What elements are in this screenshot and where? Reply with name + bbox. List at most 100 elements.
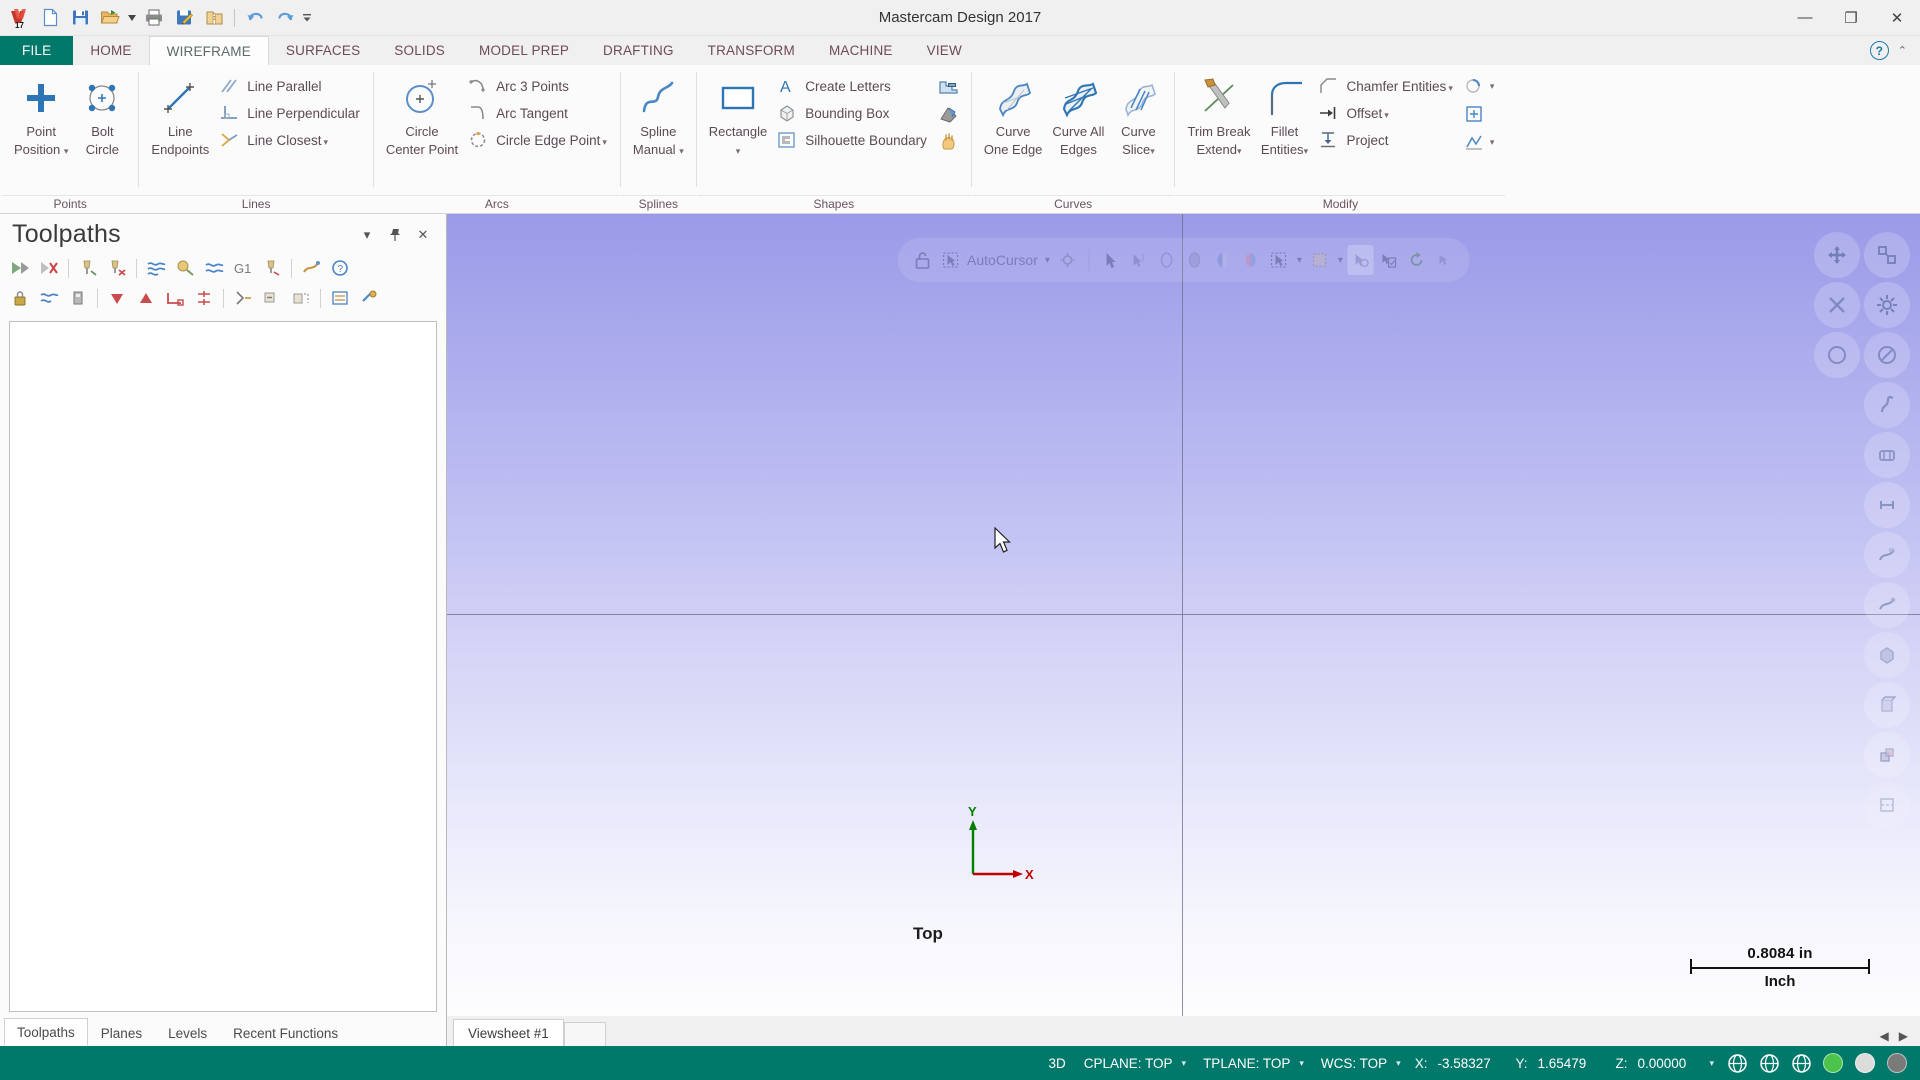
toolpath-group-icon[interactable] (161, 285, 189, 311)
collapse-ribbon-icon[interactable]: ⌃ (1895, 44, 1910, 57)
wireframe-shade-icon[interactable] (1864, 532, 1910, 578)
select-solid-icon[interactable] (1182, 245, 1208, 275)
ribbon-tab-surfaces[interactable]: SURFACES (269, 36, 377, 65)
ribbon-tab-drafting[interactable]: DRAFTING (586, 36, 691, 65)
curve-one-edge-button[interactable]: Curve One Edge (979, 71, 1048, 181)
autocursor-select-icon[interactable] (937, 245, 963, 275)
ribbon-tab-home[interactable]: HOME (73, 36, 148, 65)
ribbon-tab-model-prep[interactable]: MODEL PREP (462, 36, 586, 65)
bolt-circle-button[interactable]: Bolt Circle (73, 71, 131, 181)
renumber-icon[interactable] (326, 285, 354, 311)
unzoom-icon[interactable] (1814, 332, 1860, 378)
shaded-solid-icon[interactable] (1864, 632, 1910, 678)
zip2go-icon[interactable] (200, 4, 228, 32)
line-closest-button[interactable]: Line Closest ▾ (214, 127, 366, 153)
status-wcs-caret[interactable]: ▾ (1396, 1058, 1409, 1069)
circle-modify-caret[interactable]: ▾ (1488, 81, 1497, 92)
new-file-icon[interactable] (36, 4, 64, 32)
globe-wcs-icon[interactable] (1722, 1048, 1752, 1078)
open-dropdown-caret[interactable] (126, 4, 138, 32)
section-view-icon[interactable] (1864, 782, 1910, 828)
help-toolpath-icon[interactable]: ? (326, 255, 354, 281)
app-logo-icon[interactable]: 17 (6, 4, 34, 32)
add-viewsheet-button[interactable] (563, 1022, 606, 1046)
dynamic-rotate-icon[interactable] (1864, 382, 1910, 428)
select-shaded-icon[interactable] (1238, 245, 1264, 275)
globe-cplane-icon[interactable] (1754, 1048, 1784, 1078)
select-undo-icon[interactable] (1432, 245, 1458, 275)
ribbon-tab-wireframe[interactable]: WIREFRAME (148, 36, 269, 65)
select-arrow-icon[interactable] (1098, 245, 1124, 275)
select-wireframe-icon[interactable] (1126, 245, 1152, 275)
dock-tab-toolpaths[interactable]: Toolpaths (4, 1018, 88, 1046)
trim-break-extend-button[interactable]: Trim Break Extend▾ (1182, 71, 1255, 181)
color-swatch-gray[interactable] (1882, 1048, 1912, 1078)
g1-backplot-icon[interactable]: G1 (229, 255, 257, 281)
select-window-icon[interactable] (1266, 245, 1292, 275)
silhouette-boundary-button[interactable]: Silhouette Boundary (772, 127, 933, 153)
project-button[interactable]: Project (1314, 127, 1459, 153)
dock-tab-planes[interactable]: Planes (88, 1020, 155, 1046)
curve-slice-button[interactable]: Curve Slice▾ (1109, 71, 1167, 181)
deselect-all-operations-icon[interactable] (35, 255, 63, 281)
chamfer-entities-button[interactable]: Chamfer Entities ▾ (1314, 73, 1459, 99)
lock-toolpath-icon[interactable] (6, 285, 34, 311)
pan-view-icon[interactable] (1864, 432, 1910, 478)
verify-toolpath-icon[interactable] (171, 255, 199, 281)
arc-3-points-button[interactable]: Arc 3 Points (463, 73, 613, 99)
view-settings-icon[interactable] (1864, 282, 1910, 328)
collapse-tree-icon[interactable] (258, 285, 286, 311)
measure-distance-icon[interactable] (1864, 482, 1910, 528)
curve-all-edges-button[interactable]: Curve All Edges (1047, 71, 1109, 181)
minimize-button[interactable]: — (1782, 0, 1828, 36)
status-tplane[interactable]: TPLANE: TOP (1194, 1056, 1299, 1071)
select-window-caret[interactable]: ▾ (1294, 255, 1305, 266)
open-folder-icon[interactable] (96, 4, 124, 32)
color-swatch-green[interactable] (1818, 1048, 1848, 1078)
maximize-button[interactable]: ❐ (1828, 0, 1874, 36)
simulate-toolpath-icon[interactable] (142, 255, 170, 281)
color-swatch-light[interactable] (1850, 1048, 1880, 1078)
panel-close-icon[interactable]: ✕ (414, 226, 432, 244)
select-previous-icon[interactable] (1347, 245, 1374, 275)
material-shade-icon[interactable] (1864, 732, 1910, 778)
select-verify-icon[interactable] (1376, 245, 1402, 275)
rectangle-button[interactable]: Rectangle ▾ (704, 71, 773, 181)
polygon-shape-icon[interactable] (935, 101, 962, 127)
single-selection-icon[interactable] (190, 285, 218, 311)
autocursor-settings-icon[interactable] (1055, 245, 1081, 275)
panel-dropdown-caret[interactable]: ▾ (358, 226, 376, 244)
help-icon[interactable]: ? (1869, 41, 1889, 60)
stair-shape-icon[interactable] (935, 73, 962, 99)
offset-button[interactable]: Offset ▾ (1314, 100, 1459, 126)
toolpaths-operations-tree[interactable] (9, 321, 437, 1012)
dock-tab-recent-functions[interactable]: Recent Functions (220, 1020, 351, 1046)
simulate-associative-icon[interactable] (200, 255, 228, 281)
ribbon-tab-solids[interactable]: SOLIDS (377, 36, 462, 65)
status-cplane[interactable]: CPLANE: TOP (1075, 1056, 1182, 1071)
select-all-operations-icon[interactable] (6, 255, 34, 281)
regenerate-invalid-icon[interactable] (103, 255, 131, 281)
bounding-box-button[interactable]: Bounding Box (772, 100, 933, 126)
high-speed-toolpath-icon[interactable] (297, 255, 325, 281)
viewsheet-prev-icon[interactable]: ◀ (1880, 1029, 1889, 1043)
translucent-shade-icon[interactable] (1864, 682, 1910, 728)
customize-qat-icon[interactable] (301, 4, 313, 32)
save-icon[interactable] (66, 4, 94, 32)
select-mask-caret[interactable]: ▾ (1335, 255, 1346, 266)
settings-toolpath-icon[interactable] (355, 285, 383, 311)
no-display-icon[interactable] (1864, 332, 1910, 378)
circle-modify-icon[interactable] (1461, 73, 1488, 99)
expand-tree-icon[interactable] (229, 285, 257, 311)
autocursor-caret[interactable]: ▾ (1042, 255, 1053, 266)
line-endpoints-button[interactable]: Line Endpoints (146, 71, 214, 181)
arc-tangent-button[interactable]: Arc Tangent (463, 100, 613, 126)
create-letters-button[interactable]: A Create Letters (772, 73, 933, 99)
door-shape-icon[interactable] (935, 129, 962, 155)
toggle-posting-icon[interactable] (35, 285, 63, 311)
dock-tab-levels[interactable]: Levels (155, 1020, 220, 1046)
autocursor-lock-icon[interactable] (909, 245, 935, 275)
spline-manual-button[interactable]: Spline Manual ▾ (628, 71, 689, 181)
viewsheet-next-icon[interactable]: ▶ (1899, 1029, 1908, 1043)
select-face-icon[interactable] (1154, 245, 1180, 275)
